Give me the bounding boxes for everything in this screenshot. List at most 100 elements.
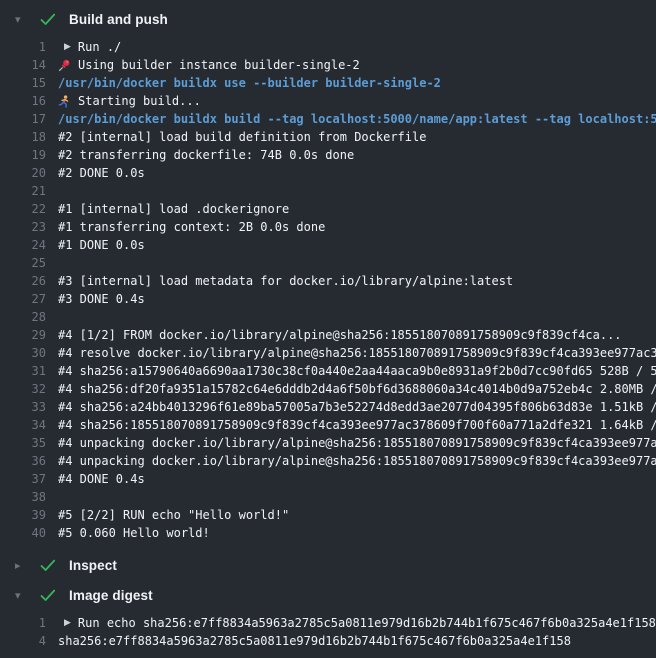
run-group-expand-icon[interactable]: ▶: [64, 38, 71, 56]
log-line: 24 #1 DONE 0.0s: [0, 236, 656, 254]
log-line: 1 ▶ Run ./: [0, 38, 656, 56]
log-line: 33 #4 sha256:a24bb4013296f61e89ba57005a7…: [0, 398, 656, 416]
line-text-value: #3 [internal] load metadata for docker.i…: [58, 272, 513, 290]
section-title: Inspect: [69, 558, 117, 573]
line-text-value: #4 unpacking docker.io/library/alpine@sh…: [58, 434, 656, 452]
section-title: Build and push: [69, 12, 168, 27]
line-number[interactable]: 18: [0, 128, 46, 146]
log-line: 4 sha256:e7ff8834a5963a2785c5a0811e979d1…: [0, 632, 656, 650]
line-text-value: #4 sha256:df20fa9351a15782c64e6dddb2d4a6…: [58, 380, 656, 398]
line-text-value: #4 sha256:a15790640a6690aa1730c38cf0a440…: [58, 362, 656, 380]
log-line: 1 ▶Run echo sha256:e7ff8834a5963a2785c5a…: [0, 614, 656, 632]
line-text: Starting build...: [58, 92, 656, 110]
section-header-build-and-push[interactable]: ▾ Build and push: [0, 4, 656, 34]
log-line: 16 Starting build...: [0, 92, 656, 110]
line-number[interactable]: 32: [0, 380, 46, 398]
line-text-value: #1 transferring context: 2B 0.0s done: [58, 218, 325, 236]
line-number[interactable]: 40: [0, 524, 46, 542]
line-number[interactable]: 24: [0, 236, 46, 254]
line-number[interactable]: 21: [0, 182, 46, 200]
log-line: 21: [0, 182, 656, 200]
line-text-value: #4 DONE 0.4s: [58, 470, 145, 488]
line-text: #4 resolve docker.io/library/alpine@sha2…: [58, 344, 656, 362]
line-number[interactable]: 29: [0, 326, 46, 344]
line-text: #2 DONE 0.0s: [58, 164, 656, 182]
line-text: #1 DONE 0.0s: [58, 236, 656, 254]
section-log-lines: 1 ▶Run echo sha256:e7ff8834a5963a2785c5a…: [0, 610, 656, 658]
log-line: 14 Using builder instance builder-single…: [0, 56, 656, 74]
line-number[interactable]: 27: [0, 290, 46, 308]
log-line: 35 #4 unpacking docker.io/library/alpine…: [0, 434, 656, 452]
line-text: #4 sha256:df20fa9351a15782c64e6dddb2d4a6…: [58, 380, 656, 398]
line-text: /usr/bin/docker buildx use --builder bui…: [58, 74, 656, 92]
line-text: #4 [1/2] FROM docker.io/library/alpine@s…: [58, 326, 656, 344]
line-number[interactable]: 16: [0, 92, 46, 110]
log-section: ▸ Inspect: [0, 550, 656, 580]
line-number[interactable]: 19: [0, 146, 46, 164]
log-line: 25: [0, 254, 656, 272]
line-text: sha256:e7ff8834a5963a2785c5a0811e979d16b…: [58, 632, 656, 650]
line-number[interactable]: 37: [0, 470, 46, 488]
line-text-value: sha256:e7ff8834a5963a2785c5a0811e979d16b…: [58, 632, 571, 650]
line-number[interactable]: 22: [0, 200, 46, 218]
line-number[interactable]: 30: [0, 344, 46, 362]
log-line: 23 #1 transferring context: 2B 0.0s done: [0, 218, 656, 236]
line-number[interactable]: 17: [0, 110, 46, 128]
section-log-lines: 1 ▶ Run ./ 14 Using builder instance buil…: [0, 34, 656, 550]
line-text-value: #2 [internal] load build definition from…: [58, 128, 426, 146]
line-number[interactable]: 25: [0, 254, 46, 272]
line-number[interactable]: 20: [0, 164, 46, 182]
line-text: /usr/bin/docker buildx build --tag local…: [58, 110, 656, 128]
line-number[interactable]: 4: [0, 632, 46, 650]
log-line: 19 #2 transferring dockerfile: 74B 0.0s …: [0, 146, 656, 164]
section-header-image-digest[interactable]: ▾ Image digest: [0, 580, 656, 610]
line-text-value: #1 [internal] load .dockerignore: [58, 200, 289, 218]
log-line: 40 #5 0.060 Hello world!: [0, 524, 656, 542]
run-group-expand-icon[interactable]: ▶: [64, 614, 71, 632]
line-text-value: Run ./: [78, 38, 121, 56]
section-header-inspect[interactable]: ▸ Inspect: [0, 550, 656, 580]
line-number[interactable]: 35: [0, 434, 46, 452]
line-text: #4 sha256:a24bb4013296f61e89ba57005a7b3e…: [58, 398, 656, 416]
log-section: ▾ Image digest 1 ▶Run echo sha256:e7ff88…: [0, 580, 656, 658]
line-text: [58, 488, 656, 506]
log-line: 36 #4 unpacking docker.io/library/alpine…: [0, 452, 656, 470]
line-number[interactable]: 14: [0, 56, 46, 74]
log-line: 22 #1 [internal] load .dockerignore: [0, 200, 656, 218]
collapse-triangle-icon[interactable]: ▾: [15, 590, 27, 601]
line-number[interactable]: 23: [0, 218, 46, 236]
line-text-value: #4 sha256:185518070891758909c9f839cf4ca3…: [58, 416, 656, 434]
line-text-value: #5 [2/2] RUN echo "Hello world!": [58, 506, 289, 524]
line-number[interactable]: 28: [0, 308, 46, 326]
line-number[interactable]: 31: [0, 362, 46, 380]
log-line: 37 #4 DONE 0.4s: [0, 470, 656, 488]
log-section: ▾ Build and push 1 ▶ Run ./ 14 Using buil…: [0, 4, 656, 550]
log-line: 39 #5 [2/2] RUN echo "Hello world!": [0, 506, 656, 524]
line-text: #4 DONE 0.4s: [58, 470, 656, 488]
success-check-icon: [40, 13, 56, 26]
collapse-triangle-icon[interactable]: ▾: [15, 14, 27, 25]
line-number[interactable]: 33: [0, 398, 46, 416]
line-number[interactable]: 26: [0, 272, 46, 290]
pushpin-icon: [58, 59, 71, 72]
line-number[interactable]: 39: [0, 506, 46, 524]
line-number[interactable]: 1: [0, 38, 46, 56]
log-line: 29 #4 [1/2] FROM docker.io/library/alpin…: [0, 326, 656, 344]
line-text: #3 DONE 0.4s: [58, 290, 656, 308]
expand-triangle-icon[interactable]: ▸: [15, 560, 27, 571]
line-text-value: #2 DONE 0.0s: [58, 164, 145, 182]
log-line: 15 /usr/bin/docker buildx use --builder …: [0, 74, 656, 92]
log-line: 30 #4 resolve docker.io/library/alpine@s…: [0, 344, 656, 362]
log-line: 18 #2 [internal] load build definition f…: [0, 128, 656, 146]
line-text-value: /usr/bin/docker buildx use --builder bui…: [58, 74, 441, 92]
line-text: #1 [internal] load .dockerignore: [58, 200, 656, 218]
line-number[interactable]: 1: [0, 614, 46, 632]
log-line: 31 #4 sha256:a15790640a6690aa1730c38cf0a…: [0, 362, 656, 380]
line-text: ▶ Run ./: [58, 38, 656, 56]
line-text: #5 [2/2] RUN echo "Hello world!": [58, 506, 656, 524]
line-number[interactable]: 36: [0, 452, 46, 470]
line-number[interactable]: 38: [0, 488, 46, 506]
line-number[interactable]: 15: [0, 74, 46, 92]
line-text: #4 unpacking docker.io/library/alpine@sh…: [58, 452, 656, 470]
line-number[interactable]: 34: [0, 416, 46, 434]
